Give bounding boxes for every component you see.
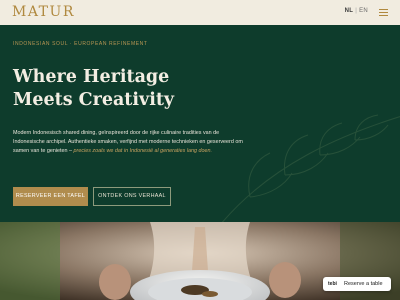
hamburger-menu-icon[interactable]: [379, 9, 388, 16]
widget-label: Reserve a table: [344, 281, 383, 287]
hero-eyebrow: INDONESIAN SOUL · EUROPEAN REFINEMENT: [13, 41, 148, 47]
logo[interactable]: MATUR: [12, 4, 75, 20]
lang-nl-link[interactable]: NL: [345, 8, 354, 14]
lang-en-link[interactable]: EN: [359, 8, 368, 14]
widget-brand: tebi: [328, 281, 337, 287]
hero-title-line-2: Meets Creativity: [13, 90, 175, 110]
leaf-icon: [221, 114, 400, 222]
lang-separator: |: [355, 8, 358, 14]
reserve-table-button[interactable]: RESERVEER EEN TAFEL: [13, 187, 88, 206]
discover-story-button[interactable]: ONTDEK ONS VERHAAL: [93, 187, 171, 206]
hero-title-line-1: Where Heritage: [13, 67, 170, 87]
language-switcher: NL | EN: [345, 8, 368, 14]
hero-title: Where Heritage Meets Creativity: [13, 66, 174, 112]
hero-description-accent: precies zoals we dat in Indonesië al gen…: [73, 148, 212, 154]
hero-description: Modern Indonesisch shared dining, geïnsp…: [13, 129, 243, 156]
reserve-table-widget[interactable]: tebi Reserve a table: [323, 277, 391, 291]
site-header: MATUR NL | EN: [0, 0, 400, 25]
